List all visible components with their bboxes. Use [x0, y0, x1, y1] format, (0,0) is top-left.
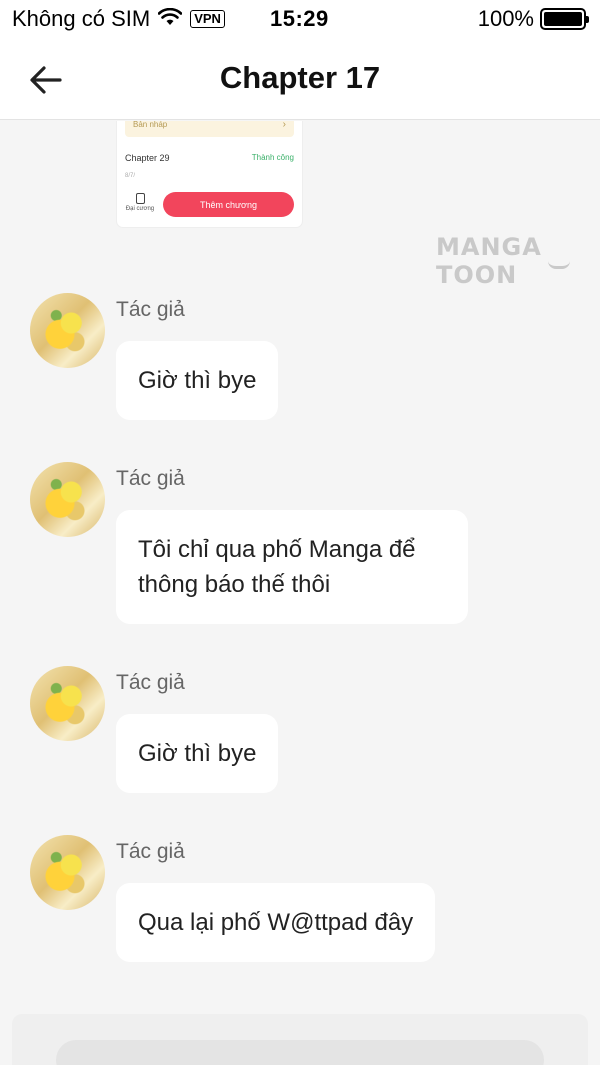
author-name: Tác giả	[116, 467, 185, 490]
draft-row: Bản nháp ›	[125, 121, 294, 137]
input-bar	[12, 1014, 588, 1065]
message-bubble[interactable]: Tôi chỉ qua phố Manga để thông báo thế t…	[116, 510, 468, 624]
outline-item: Đại cương	[125, 193, 155, 212]
page-title: Chapter 17	[219, 60, 381, 95]
battery-level	[544, 12, 582, 26]
chat-content[interactable]: Bản nháp › Chapter 29 Thành công 8/7/ Đạ…	[0, 121, 600, 1065]
avatar[interactable]	[30, 835, 105, 910]
message-text-line: thông báo thế thôi	[138, 571, 331, 598]
small-text: 8/7/	[125, 173, 136, 179]
draft-label: Bản nháp	[133, 121, 168, 129]
message-bubble[interactable]: Qua lại phố W@ttpad đây	[116, 883, 436, 962]
screenshot-image[interactable]: Bản nháp › Chapter 29 Thành công 8/7/ Đạ…	[117, 121, 302, 227]
battery-icon	[540, 8, 589, 30]
status-bar: Không có SIM VPN 15:29 100%	[0, 0, 600, 40]
carrier-label: Không có SIM	[12, 6, 151, 31]
avatar[interactable]	[30, 293, 105, 368]
message-bubble[interactable]: Giờ thì bye	[116, 341, 279, 420]
wifi-icon	[157, 6, 183, 32]
navigation-header: Chapter 17	[0, 40, 600, 120]
vpn-badge: VPN	[190, 10, 225, 28]
message-bubble[interactable]: Giờ thì bye	[116, 714, 279, 793]
chevron-right-icon: ›	[282, 121, 286, 130]
message-text: Giờ thì bye	[138, 367, 257, 394]
message-text-line: Tôi chỉ qua phố Manga để	[138, 536, 416, 563]
watermark-logo: MANGA TOON	[436, 233, 542, 289]
chapter-label: Chapter 29	[125, 153, 170, 163]
avatar[interactable]	[30, 666, 105, 741]
author-name: Tác giả	[116, 840, 185, 863]
message-text: Giờ thì bye	[138, 740, 257, 767]
comment-input[interactable]	[56, 1040, 544, 1065]
author-name: Tác giả	[116, 298, 185, 321]
author-name: Tác giả	[116, 671, 185, 694]
outline-label: Đại cương	[125, 206, 155, 212]
add-chapter-button: Thêm chương	[163, 192, 294, 217]
message-text: Qua lại phố W@ttpad đây	[138, 909, 414, 936]
document-icon	[135, 193, 145, 204]
battery-percent: 100%	[477, 6, 534, 31]
avatar[interactable]	[30, 462, 105, 537]
status-label: Thành công	[251, 153, 294, 162]
clock: 15:29	[270, 6, 329, 31]
